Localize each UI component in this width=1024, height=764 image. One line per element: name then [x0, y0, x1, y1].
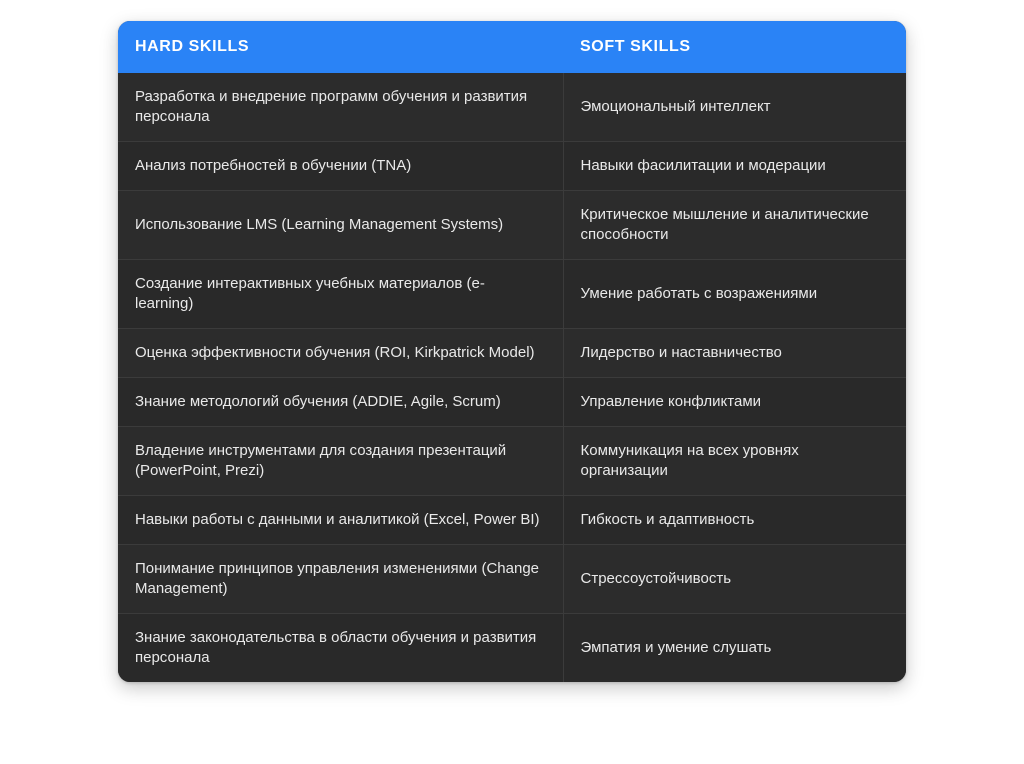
cell-soft-skill: Эмоциональный интеллект	[562, 73, 906, 142]
column-header-soft-skills: SOFT SKILLS	[563, 21, 906, 73]
cell-soft-skill: Умение работать с возражениями	[562, 259, 906, 329]
cell-hard-skill: Навыки работы с данными и аналитикой (Ex…	[118, 495, 563, 545]
cell-hard-skill: Знание законодательства в области обучен…	[118, 613, 563, 682]
table-row: Навыки работы с данными и аналитикой (Ex…	[118, 495, 906, 545]
table-row: Оценка эффективности обучения (ROI, Kirk…	[118, 328, 906, 378]
table-row: Знание законодательства в области обучен…	[118, 613, 906, 682]
cell-soft-skill: Навыки фасилитации и модерации	[562, 141, 906, 191]
cell-soft-skill: Коммуникация на всех уровнях организации	[562, 426, 906, 496]
cell-hard-skill: Создание интерактивных учебных материало…	[118, 259, 563, 329]
table-row: Знание методологий обучения (ADDIE, Agil…	[118, 377, 906, 427]
cell-soft-skill: Стрессоустойчивость	[562, 544, 906, 614]
skills-grid: HARD SKILLS SOFT SKILLS Разработка и вне…	[118, 21, 906, 682]
cell-hard-skill: Знание методологий обучения (ADDIE, Agil…	[118, 377, 563, 427]
table-header: HARD SKILLS SOFT SKILLS	[118, 21, 906, 73]
cell-soft-skill: Лидерство и наставничество	[562, 328, 906, 378]
cell-hard-skill: Разработка и внедрение программ обучения…	[118, 73, 563, 142]
cell-hard-skill: Использование LMS (Learning Management S…	[118, 190, 563, 260]
table-row: Владение инструментами для создания през…	[118, 426, 906, 496]
cell-hard-skill: Владение инструментами для создания през…	[118, 426, 563, 496]
table-row: Анализ потребностей в обучении (TNA) Навы…	[118, 141, 906, 191]
cell-soft-skill: Гибкость и адаптивность	[562, 495, 906, 545]
column-header-hard-skills: HARD SKILLS	[118, 21, 563, 73]
table-row: Создание интерактивных учебных материало…	[118, 259, 906, 329]
cell-hard-skill: Оценка эффективности обучения (ROI, Kirk…	[118, 328, 563, 378]
cell-hard-skill: Понимание принципов управления изменения…	[118, 544, 563, 614]
header-row: HARD SKILLS SOFT SKILLS	[118, 21, 906, 73]
table-row: Понимание принципов управления изменения…	[118, 544, 906, 614]
cell-soft-skill: Управление конфликтами	[562, 377, 906, 427]
skills-comparison-table: HARD SKILLS SOFT SKILLS Разработка и вне…	[118, 21, 906, 682]
cell-soft-skill: Критическое мышление и аналитические спо…	[562, 190, 906, 260]
table-row: Разработка и внедрение программ обучения…	[118, 73, 906, 142]
table-row: Использование LMS (Learning Management S…	[118, 190, 906, 260]
cell-hard-skill: Анализ потребностей в обучении (TNA)	[118, 141, 563, 191]
table-body: Разработка и внедрение программ обучения…	[118, 73, 906, 682]
page-root: HARD SKILLS SOFT SKILLS Разработка и вне…	[0, 0, 1024, 764]
cell-soft-skill: Эмпатия и умение слушать	[562, 613, 906, 682]
